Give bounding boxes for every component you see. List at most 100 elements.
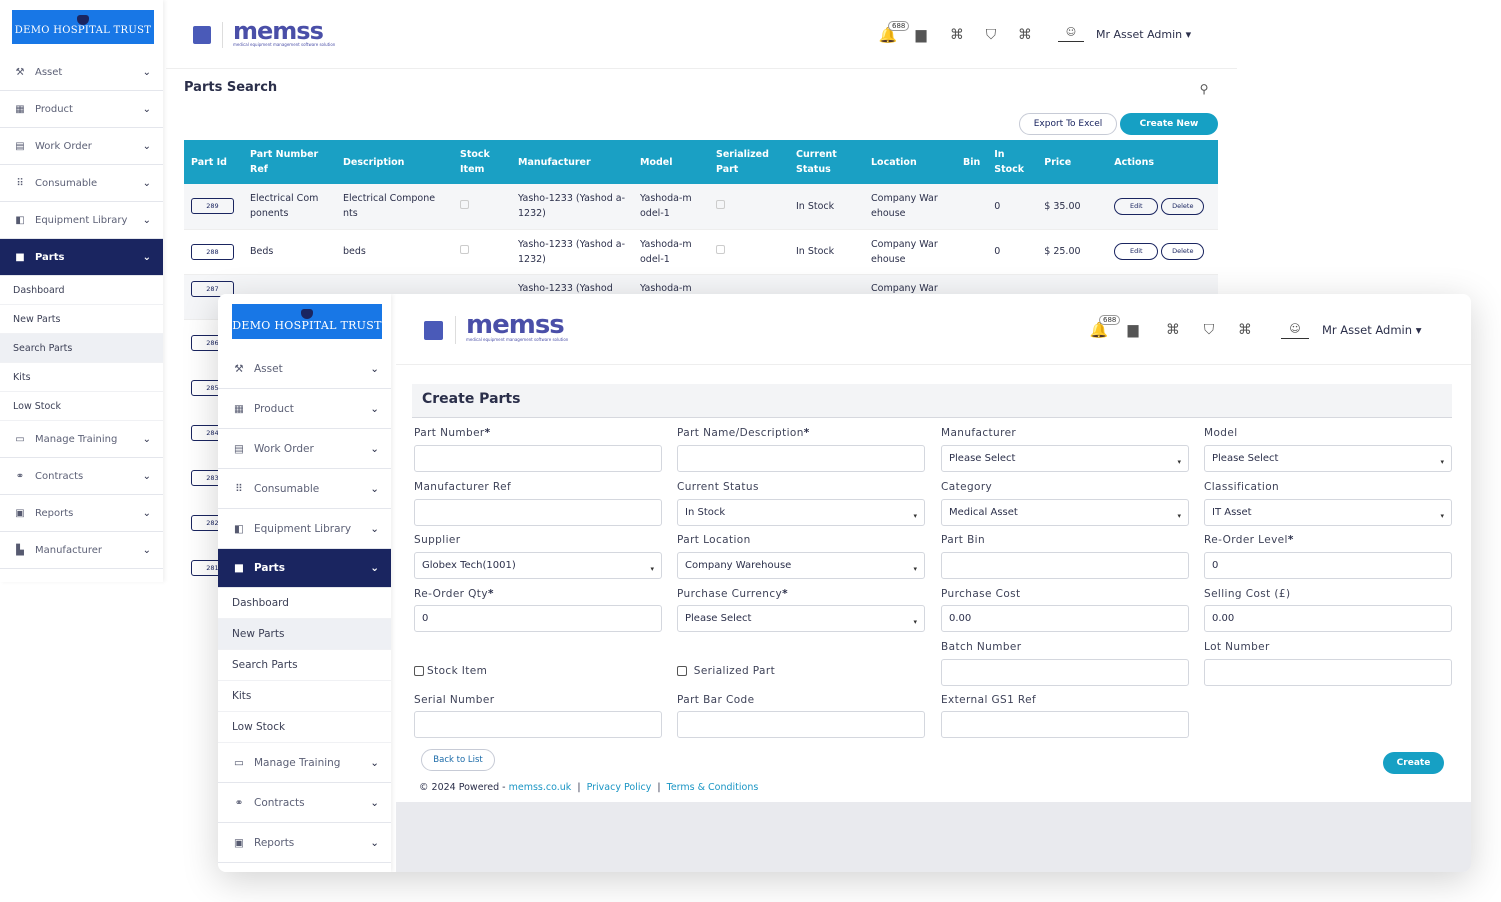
edit-button[interactable]: Edit bbox=[1114, 243, 1159, 260]
memss-logo[interactable]: memss medical equipment management softwa… bbox=[466, 310, 568, 342]
sidebar-item-manage-training[interactable]: ▭ Manage Training ⌄ bbox=[218, 743, 391, 783]
serial-number-input[interactable] bbox=[414, 711, 662, 738]
part-bar-code-input[interactable] bbox=[677, 711, 925, 738]
sidebar-item-reports[interactable]: ▣ Reports ⌄ bbox=[218, 823, 391, 863]
sidebar-item-contracts[interactable]: ⚭ Contracts ⌄ bbox=[218, 783, 391, 823]
sidebar-item-parts[interactable]: ■ Parts ⌄ bbox=[218, 549, 391, 588]
sidebar-item-work-order[interactable]: ▤ Work Order ⌄ bbox=[0, 128, 163, 165]
avatar[interactable]: ☺ bbox=[1281, 319, 1309, 339]
lot-number-input[interactable] bbox=[1204, 659, 1452, 686]
note-icon[interactable]: ▆ bbox=[912, 26, 930, 44]
reorder-level-input[interactable]: 0 bbox=[1204, 552, 1452, 579]
manufacturer-select[interactable]: Please Select ▾ bbox=[941, 445, 1189, 472]
sidebar-sub-new-parts[interactable]: New Parts bbox=[0, 305, 163, 334]
col-location[interactable]: Location bbox=[864, 140, 956, 184]
hospital-logo[interactable]: DEMO HOSPITAL TRUST bbox=[232, 304, 382, 339]
chevron-down-icon: ⌄ bbox=[370, 836, 379, 849]
serialized-part-checkbox[interactable]: Serialized Part bbox=[677, 665, 775, 677]
privacy-policy-link[interactable]: Privacy Policy bbox=[587, 782, 652, 793]
stock-item-checkbox[interactable]: Stock Item bbox=[414, 665, 487, 677]
sidebar-item-product[interactable]: ▦ Product ⌄ bbox=[0, 91, 163, 128]
part-id-link[interactable]: 288 bbox=[191, 243, 234, 260]
supplier-select[interactable]: Globex Tech(1001) ▾ bbox=[414, 552, 662, 579]
divider bbox=[166, 68, 1237, 69]
parts-icon: ■ bbox=[15, 251, 25, 263]
classification-select[interactable]: IT Asset ▾ bbox=[1204, 499, 1452, 526]
memss-link[interactable]: memss.co.uk bbox=[509, 782, 572, 793]
external-gs1-input[interactable] bbox=[941, 711, 1189, 738]
sidebar-sub-search-parts[interactable]: Search Parts bbox=[218, 650, 391, 681]
reorder-qty-input[interactable]: 0 bbox=[414, 605, 662, 632]
sidebar-sub-dashboard[interactable]: Dashboard bbox=[0, 276, 163, 305]
purchase-cost-input[interactable]: 0.00 bbox=[941, 605, 1189, 632]
shield-icon[interactable]: ⛉ bbox=[1200, 321, 1218, 339]
sidebar-item-contracts[interactable]: ⚭ Contracts ⌄ bbox=[0, 458, 163, 495]
sidebar-sub-dashboard[interactable]: Dashboard bbox=[218, 588, 391, 619]
export-excel-button[interactable]: Export To Excel bbox=[1019, 113, 1117, 135]
sidebar-sub-low-stock[interactable]: Low Stock bbox=[218, 712, 391, 743]
col-stock-item[interactable]: Stock Item bbox=[453, 140, 511, 184]
memss-logo[interactable]: memss medical equipment management softwa… bbox=[233, 17, 335, 47]
col-current-status[interactable]: Current Status bbox=[789, 140, 864, 184]
sidebar-sub-kits[interactable]: Kits bbox=[0, 363, 163, 392]
col-in-stock[interactable]: In Stock bbox=[987, 140, 1038, 184]
sidebar-item-asset[interactable]: ⚒ Asset ⌄ bbox=[0, 54, 163, 91]
col-bin[interactable]: Bin bbox=[956, 140, 988, 184]
hospital-logo[interactable]: DEMO HOSPITAL TRUST bbox=[12, 10, 154, 44]
purchase-currency-select[interactable]: Please Select ▾ bbox=[677, 605, 925, 632]
search-icon[interactable]: ⚲ bbox=[1197, 82, 1211, 96]
manufacturer-ref-input[interactable] bbox=[414, 499, 662, 526]
sidebar-sub-kits[interactable]: Kits bbox=[218, 681, 391, 712]
selling-cost-input[interactable]: 0.00 bbox=[1204, 605, 1452, 632]
col-price[interactable]: Price bbox=[1037, 140, 1108, 184]
sidebar-sub-low-stock[interactable]: Low Stock bbox=[0, 392, 163, 421]
scan-icon[interactable]: ⌘ bbox=[948, 26, 966, 44]
part-number-input[interactable] bbox=[414, 445, 662, 472]
create-new-button[interactable]: Create New bbox=[1120, 113, 1218, 135]
sidebar-item-reports[interactable]: ▣ Reports ⌄ bbox=[0, 495, 163, 532]
delete-button[interactable]: Delete bbox=[1161, 243, 1205, 260]
qr-icon[interactable]: ⌘ bbox=[1016, 26, 1034, 44]
sidebar-sub-search-parts[interactable]: Search Parts bbox=[0, 334, 163, 363]
batch-number-input[interactable] bbox=[941, 659, 1189, 686]
part-bin-input[interactable] bbox=[941, 552, 1189, 579]
menu-toggle-button[interactable] bbox=[424, 321, 443, 340]
qr-icon[interactable]: ⌘ bbox=[1236, 321, 1254, 339]
part-id-link[interactable]: 289 bbox=[191, 198, 234, 215]
menu-toggle-button[interactable] bbox=[193, 26, 211, 44]
model-select[interactable]: Please Select ▾ bbox=[1204, 445, 1452, 472]
category-select[interactable]: Medical Asset ▾ bbox=[941, 499, 1189, 526]
terms-link[interactable]: Terms & Conditions bbox=[667, 782, 759, 793]
sidebar-item-manufacturer[interactable]: ▙ Manufacturer ⌄ bbox=[0, 532, 163, 569]
create-button[interactable]: Create bbox=[1383, 752, 1444, 774]
part-name-input[interactable] bbox=[677, 445, 925, 472]
back-to-list-button[interactable]: Back to List bbox=[421, 749, 495, 771]
col-manufacturer[interactable]: Manufacturer bbox=[511, 140, 633, 184]
sidebar-item-manage-training[interactable]: ▭ Manage Training ⌄ bbox=[0, 421, 163, 458]
note-icon[interactable]: ▆ bbox=[1124, 321, 1142, 339]
col-serialized[interactable]: Serialized Part bbox=[709, 140, 789, 184]
sidebar-item-equipment-library[interactable]: ◧ Equipment Library ⌄ bbox=[0, 202, 163, 239]
sidebar-item-equipment-library[interactable]: ◧ Equipment Library ⌄ bbox=[218, 509, 391, 549]
sidebar-item-work-order[interactable]: ▤ Work Order ⌄ bbox=[218, 429, 391, 469]
shield-icon[interactable]: ⛉ bbox=[982, 26, 1000, 44]
sidebar-sub-new-parts[interactable]: New Parts bbox=[218, 619, 391, 650]
col-part-id[interactable]: Part Id bbox=[184, 140, 243, 184]
sidebar-item-asset[interactable]: ⚒ Asset ⌄ bbox=[218, 349, 391, 389]
user-menu[interactable]: Mr Asset Admin ▾ bbox=[1096, 28, 1191, 41]
col-part-ref[interactable]: Part Number Ref bbox=[243, 140, 336, 184]
avatar[interactable]: ☺ bbox=[1058, 24, 1084, 42]
sidebar-item-consumable[interactable]: ⠿ Consumable ⌄ bbox=[218, 469, 391, 509]
delete-button[interactable]: Delete bbox=[1161, 197, 1205, 215]
part-location-select[interactable]: Company Warehouse ▾ bbox=[677, 552, 925, 579]
classification-label: Classification bbox=[1204, 481, 1280, 493]
scan-icon[interactable]: ⌘ bbox=[1164, 321, 1182, 339]
sidebar-item-parts[interactable]: ■ Parts ⌄ bbox=[0, 239, 163, 276]
sidebar-item-product[interactable]: ▦ Product ⌄ bbox=[218, 389, 391, 429]
sidebar-item-consumable[interactable]: ⠿ Consumable ⌄ bbox=[0, 165, 163, 202]
edit-button[interactable]: Edit bbox=[1114, 197, 1159, 215]
user-menu[interactable]: Mr Asset Admin ▾ bbox=[1322, 323, 1421, 337]
current-status-select[interactable]: In Stock ▾ bbox=[677, 499, 925, 526]
col-description[interactable]: Description bbox=[336, 140, 453, 184]
col-model[interactable]: Model bbox=[633, 140, 709, 184]
